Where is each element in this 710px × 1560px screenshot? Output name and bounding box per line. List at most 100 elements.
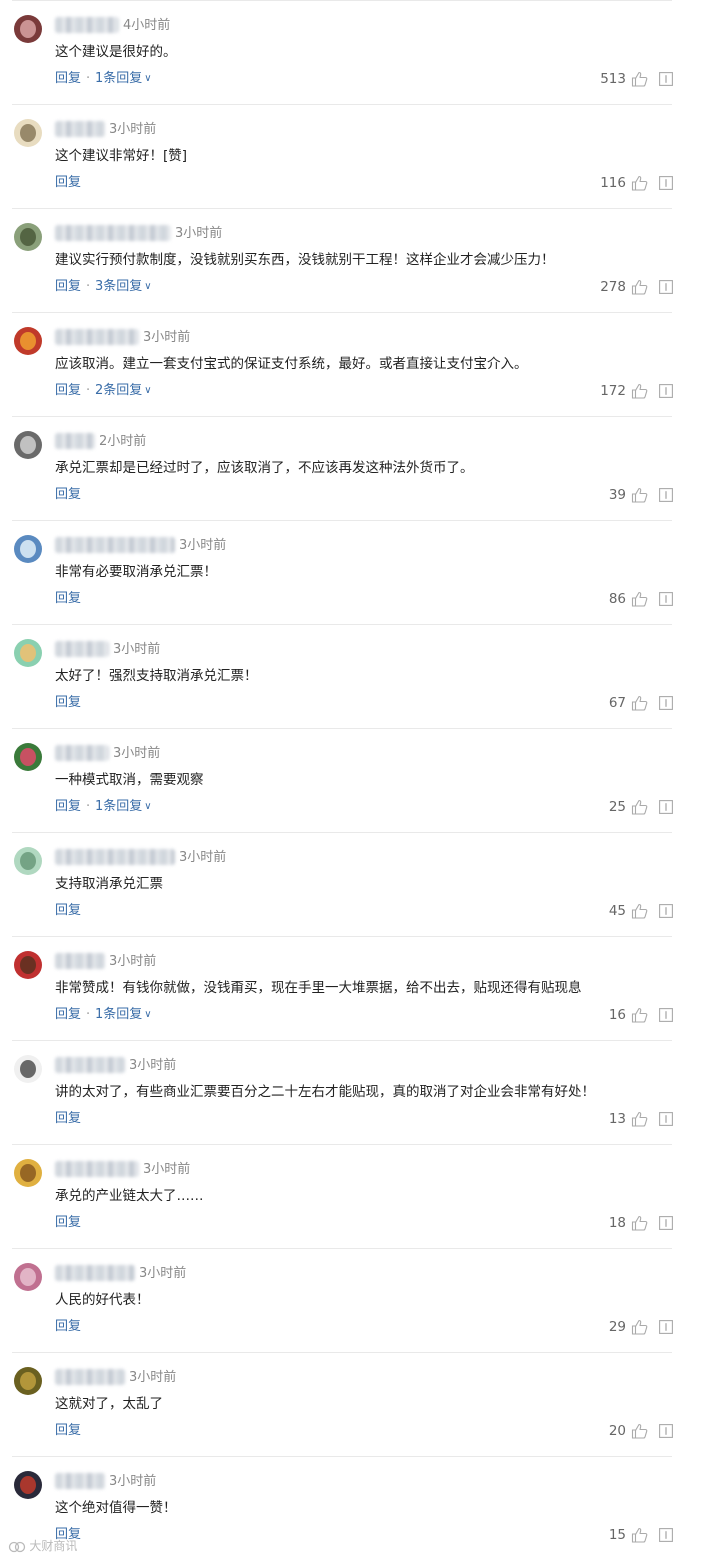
comment-item: 3小时前 非常有必要取消承兑汇票！ 回复 86 xyxy=(0,520,710,624)
reply-button[interactable]: 回复 xyxy=(55,1110,81,1128)
thumbs-up-icon[interactable] xyxy=(631,175,648,191)
thumbs-up-icon[interactable] xyxy=(631,1527,648,1543)
username-blurred[interactable] xyxy=(55,537,175,553)
view-replies-button[interactable]: 1条回复 ∨ xyxy=(95,798,152,817)
comment-text: 这个建议非常好！[赞] xyxy=(55,148,188,164)
avatar-figure xyxy=(20,228,36,246)
avatar[interactable] xyxy=(14,847,42,875)
reply-button[interactable]: 回复 xyxy=(55,1318,81,1336)
avatar[interactable] xyxy=(14,1367,42,1395)
avatar[interactable] xyxy=(14,535,42,563)
thumbs-up-icon[interactable] xyxy=(631,695,648,711)
username-blurred[interactable] xyxy=(55,121,105,137)
reply-count-label: 回复 xyxy=(116,279,143,294)
reply-button[interactable]: 回复 xyxy=(55,694,81,712)
thumbs-up-icon[interactable] xyxy=(631,903,648,919)
separator-dot: · xyxy=(86,1007,91,1022)
thumbs-up-icon[interactable] xyxy=(631,487,648,503)
report-icon[interactable] xyxy=(659,904,673,918)
report-icon[interactable] xyxy=(659,1528,673,1542)
report-icon[interactable] xyxy=(659,384,673,398)
report-icon[interactable] xyxy=(659,1320,673,1334)
reply-button[interactable]: 回复 xyxy=(55,174,81,192)
avatar[interactable] xyxy=(14,639,42,667)
report-icon[interactable] xyxy=(659,72,673,86)
report-icon[interactable] xyxy=(659,1112,673,1126)
thumbs-up-icon[interactable] xyxy=(631,1111,648,1127)
comment-text: 非常有必要取消承兑汇票！ xyxy=(55,564,217,580)
username-blurred[interactable] xyxy=(55,329,139,345)
thumbs-up-icon[interactable] xyxy=(631,591,648,607)
avatar[interactable] xyxy=(14,431,42,459)
reply-button[interactable]: 回复 xyxy=(55,278,81,296)
report-icon[interactable] xyxy=(659,280,673,294)
thumbs-up-icon[interactable] xyxy=(631,1423,648,1439)
report-icon[interactable] xyxy=(659,176,673,190)
separator-dot: · xyxy=(86,279,91,294)
avatar[interactable] xyxy=(14,743,42,771)
view-replies-button[interactable]: 2条回复 ∨ xyxy=(95,382,152,401)
reply-button[interactable]: 回复 xyxy=(55,590,81,608)
avatar-figure xyxy=(20,1060,36,1078)
comment-text: 建议实行预付款制度，没钱就别买东西，没钱就别干工程！这样企业才会减少压力！ xyxy=(55,252,555,268)
reply-button[interactable]: 回复 xyxy=(55,1006,81,1024)
comment-item: 2小时前 承兑汇票却是已经过时了，应该取消了，不应该再发这种法外货币了。 回复 39 xyxy=(0,416,710,520)
reply-button[interactable]: 回复 xyxy=(55,902,81,920)
separator-dot: · xyxy=(86,71,91,86)
report-icon[interactable] xyxy=(659,1424,673,1438)
report-icon[interactable] xyxy=(659,696,673,710)
report-icon[interactable] xyxy=(659,488,673,502)
username-blurred[interactable] xyxy=(55,17,119,33)
report-icon[interactable] xyxy=(659,1008,673,1022)
watermark-text: 大财商讯 xyxy=(29,1539,78,1553)
avatar-figure xyxy=(20,540,36,558)
reply-button[interactable]: 回复 xyxy=(55,486,81,504)
avatar[interactable] xyxy=(14,1055,42,1083)
comment-time: 3小时前 xyxy=(113,746,161,761)
username-blurred[interactable] xyxy=(55,225,171,241)
report-icon[interactable] xyxy=(659,800,673,814)
username-blurred[interactable] xyxy=(55,953,105,969)
comment-time: 4小时前 xyxy=(123,18,171,33)
avatar[interactable] xyxy=(14,15,42,43)
thumbs-up-icon[interactable] xyxy=(631,279,648,295)
comment-divider xyxy=(12,312,672,313)
username-blurred[interactable] xyxy=(55,641,109,657)
thumbs-up-icon[interactable] xyxy=(631,383,648,399)
thumbs-up-icon[interactable] xyxy=(631,1007,648,1023)
reply-button[interactable]: 回复 xyxy=(55,382,81,400)
username-blurred[interactable] xyxy=(55,1473,105,1489)
avatar-figure xyxy=(20,644,36,662)
avatar[interactable] xyxy=(14,119,42,147)
reply-button[interactable]: 回复 xyxy=(55,1214,81,1232)
reply-button[interactable]: 回复 xyxy=(55,70,81,88)
thumbs-up-icon[interactable] xyxy=(631,1319,648,1335)
avatar[interactable] xyxy=(14,327,42,355)
report-icon[interactable] xyxy=(659,592,673,606)
username-blurred[interactable] xyxy=(55,849,175,865)
reply-button[interactable]: 回复 xyxy=(55,798,81,816)
username-blurred[interactable] xyxy=(55,1369,125,1385)
avatar[interactable] xyxy=(14,1471,42,1499)
avatar[interactable] xyxy=(14,223,42,251)
avatar[interactable] xyxy=(14,1263,42,1291)
comment-divider xyxy=(12,936,672,937)
username-blurred[interactable] xyxy=(55,1161,139,1177)
view-replies-button[interactable]: 1条回复 ∨ xyxy=(95,1006,152,1025)
avatar[interactable] xyxy=(14,1159,42,1187)
reply-button[interactable]: 回复 xyxy=(55,1422,81,1440)
thumbs-up-icon[interactable] xyxy=(631,1215,648,1231)
thumbs-up-icon[interactable] xyxy=(631,799,648,815)
view-replies-button[interactable]: 1条回复 ∨ xyxy=(95,70,152,89)
username-blurred[interactable] xyxy=(55,1057,125,1073)
avatar[interactable] xyxy=(14,951,42,979)
view-replies-button[interactable]: 3条回复 ∨ xyxy=(95,278,152,297)
username-blurred[interactable] xyxy=(55,745,109,761)
avatar-figure xyxy=(20,748,36,766)
username-blurred[interactable] xyxy=(55,433,95,449)
report-icon[interactable] xyxy=(659,1216,673,1230)
username-blurred[interactable] xyxy=(55,1265,135,1281)
comment-text: 非常赞成！有钱你就做，没钱甭买，现在手里一大堆票据，给不出去，贴现还得有贴现息 xyxy=(55,980,582,996)
comment-time: 3小时前 xyxy=(139,1266,187,1281)
thumbs-up-icon[interactable] xyxy=(631,71,648,87)
